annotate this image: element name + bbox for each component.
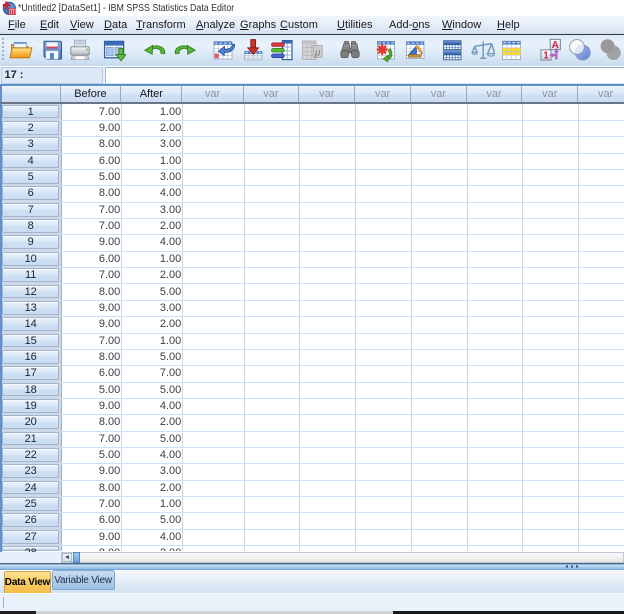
svg-text:1: 1	[543, 50, 549, 61]
svg-text:μ: μ	[314, 44, 321, 58]
svg-text:A: A	[552, 40, 559, 51]
